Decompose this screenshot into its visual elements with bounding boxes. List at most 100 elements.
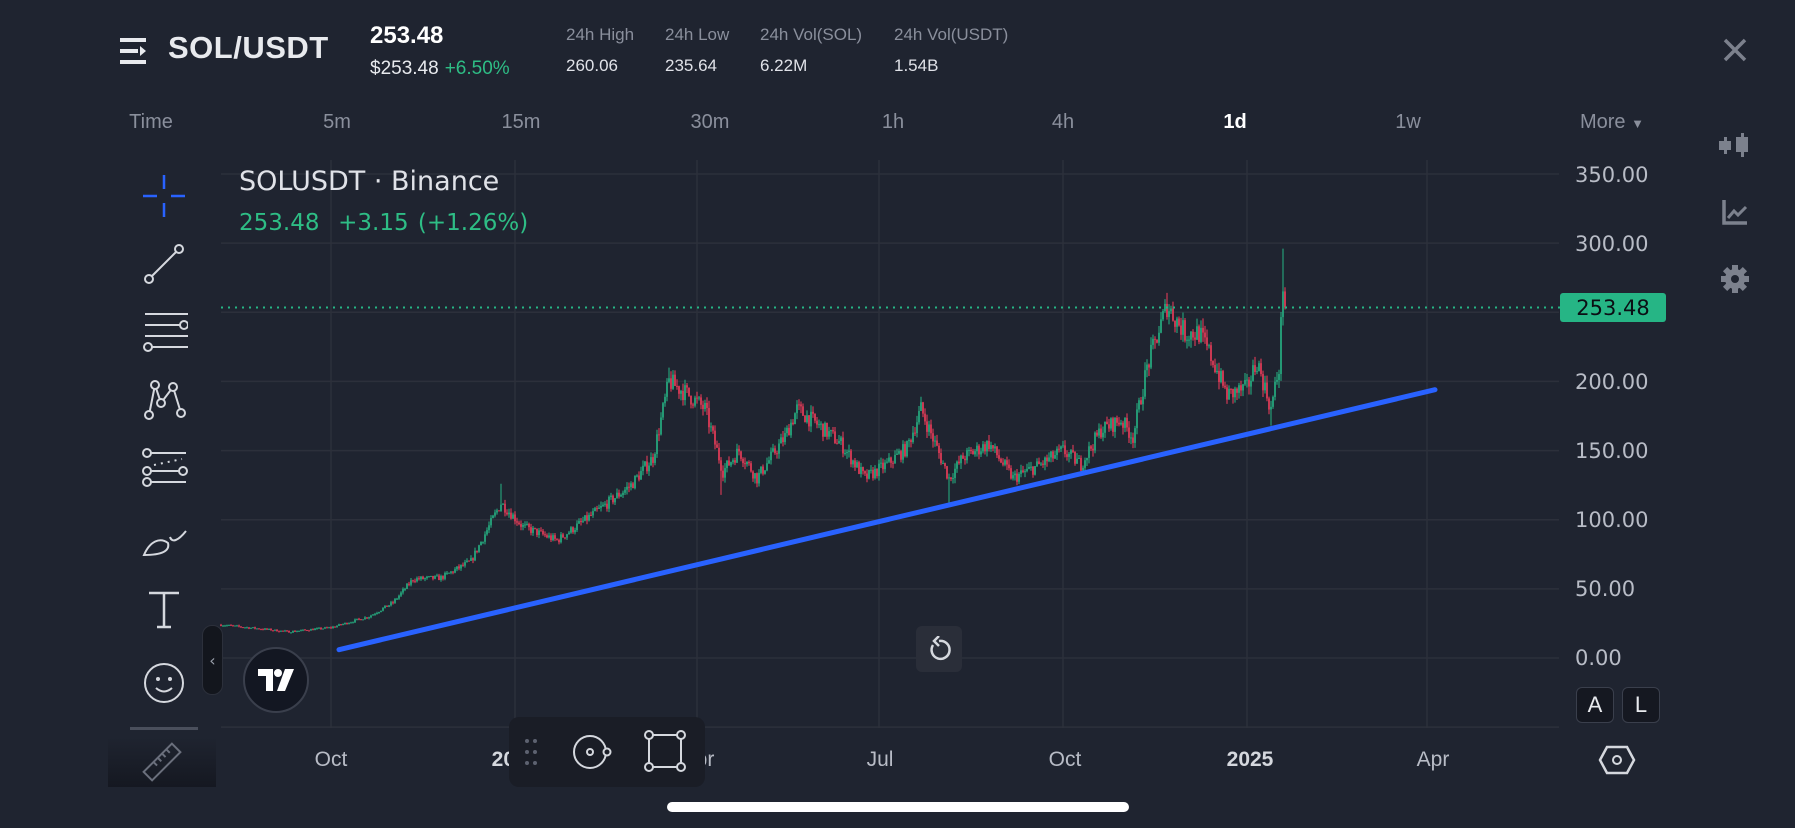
- candle: [608, 496, 610, 509]
- candle: [444, 572, 446, 579]
- candle: [434, 575, 436, 579]
- fibonacci-tool-icon[interactable]: [140, 446, 188, 494]
- candle: [880, 462, 882, 464]
- candle: [1198, 326, 1200, 342]
- candle: [940, 453, 942, 464]
- candle: [1142, 396, 1144, 405]
- candle: [824, 422, 826, 437]
- candle: [1180, 325, 1182, 335]
- home-indicator: [667, 802, 1129, 812]
- candle: [224, 625, 226, 627]
- candle: [314, 628, 316, 631]
- x-tick-oct-2023: Oct: [314, 748, 348, 771]
- candle: [1092, 448, 1094, 451]
- candle: [848, 450, 850, 453]
- candle: [490, 518, 492, 526]
- candle: [1108, 424, 1110, 429]
- chart-settings-hexagon-icon[interactable]: [1598, 745, 1636, 779]
- log-scale-button[interactable]: L: [1622, 687, 1660, 723]
- candle: [750, 463, 752, 472]
- text-tool-icon[interactable]: [140, 586, 188, 634]
- ruler-tool-icon[interactable]: [108, 737, 216, 787]
- candle: [592, 511, 594, 516]
- candle: [630, 483, 632, 488]
- candle: [638, 475, 640, 480]
- candle: [888, 457, 890, 462]
- candle: [1098, 428, 1100, 436]
- candle: [636, 475, 638, 477]
- candle: [584, 515, 586, 521]
- candle: [516, 521, 518, 523]
- candle: [814, 413, 816, 421]
- crosshair-tool-icon[interactable]: [140, 172, 188, 220]
- candle: [664, 396, 666, 404]
- candle: [644, 461, 646, 466]
- candle: [468, 560, 470, 562]
- candle: [410, 580, 412, 585]
- candle: [1200, 327, 1202, 342]
- candle: [720, 460, 722, 471]
- tradingview-logo-icon[interactable]: [243, 647, 309, 713]
- candle: [550, 535, 552, 541]
- candle: [892, 462, 894, 464]
- candle: [1150, 344, 1152, 368]
- candle: [436, 575, 438, 577]
- candle: [646, 461, 648, 472]
- candle: [822, 423, 824, 437]
- reset-chart-icon[interactable]: [916, 626, 962, 672]
- emoji-tool-icon[interactable]: [140, 659, 188, 707]
- candle: [676, 385, 678, 387]
- trendline-tool-icon[interactable]: [140, 240, 188, 288]
- auto-scale-button[interactable]: A: [1576, 687, 1614, 723]
- circle-tool-icon[interactable]: [571, 731, 613, 777]
- candle: [366, 617, 368, 619]
- candle: [858, 462, 860, 474]
- candle: [894, 454, 896, 464]
- candle: [474, 550, 476, 561]
- candle: [500, 504, 502, 511]
- collapse-toolbar-chevron-icon[interactable]: ‹: [202, 625, 223, 695]
- candle: [422, 576, 424, 580]
- candle: [1054, 455, 1056, 459]
- pattern-tool-icon[interactable]: [140, 376, 188, 424]
- candle: [980, 451, 982, 455]
- candle: [774, 448, 776, 454]
- candle: [504, 503, 506, 513]
- candle: [758, 472, 760, 484]
- candle: [1178, 318, 1180, 326]
- candle: [1208, 345, 1210, 347]
- candle: [668, 378, 670, 382]
- candle: [628, 486, 630, 488]
- candle: [1194, 337, 1196, 340]
- candle: [558, 539, 560, 543]
- candle: [878, 463, 880, 477]
- candle: [728, 460, 730, 466]
- candle: [1172, 308, 1174, 321]
- drag-handle-icon[interactable]: [524, 737, 538, 771]
- candle: [1068, 453, 1070, 457]
- candle: [1212, 361, 1214, 366]
- candle: [1006, 460, 1008, 465]
- candle: [388, 605, 390, 607]
- candle: [348, 623, 350, 625]
- candle: [596, 508, 598, 510]
- candle: [328, 627, 330, 629]
- candle: [1022, 470, 1024, 473]
- parallel-lines-tool-icon[interactable]: [140, 308, 188, 356]
- candle: [302, 629, 304, 631]
- candle: [924, 413, 926, 422]
- candle: [622, 492, 624, 495]
- candle: [1034, 466, 1036, 475]
- candle: [914, 432, 916, 434]
- candle: [1066, 454, 1068, 457]
- candle: [486, 530, 488, 535]
- candle: [926, 421, 928, 432]
- brush-tool-icon[interactable]: [140, 514, 188, 562]
- candle: [1228, 388, 1230, 400]
- candle: [354, 619, 356, 623]
- candle: [890, 457, 892, 463]
- candle: [670, 378, 672, 389]
- candle: [832, 430, 834, 432]
- rectangle-tool-icon[interactable]: [643, 729, 687, 777]
- candle: [946, 466, 948, 479]
